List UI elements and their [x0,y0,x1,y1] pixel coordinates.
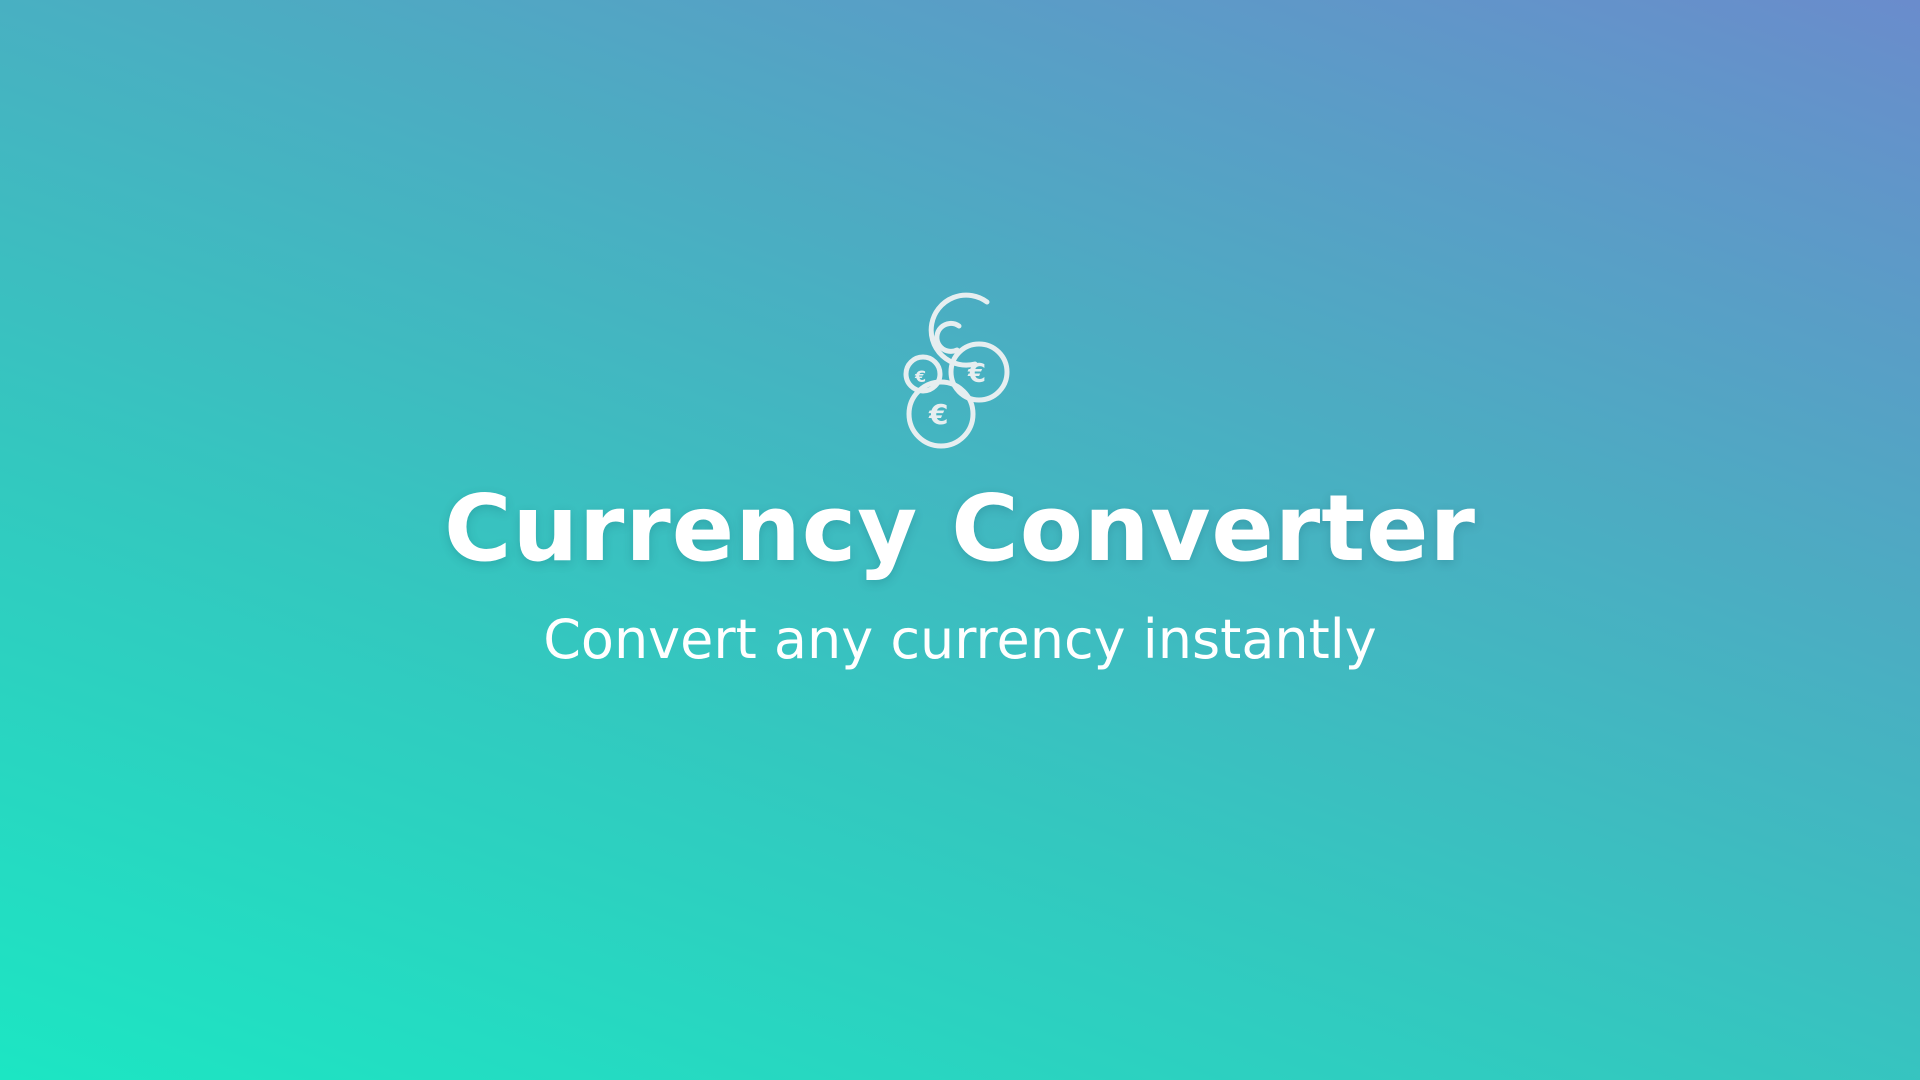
coins-currency-icon: € € € [895,292,1025,452]
splash-screen: € € € Currency Converter Convert any cur… [0,0,1920,1080]
coin-symbol-bottom: € [928,398,948,431]
coin-symbol-right: € [967,359,986,389]
app-title: Currency Converter [444,475,1476,582]
app-tagline: Convert any currency instantly [543,608,1377,671]
coin-symbol-small: € [914,367,926,386]
